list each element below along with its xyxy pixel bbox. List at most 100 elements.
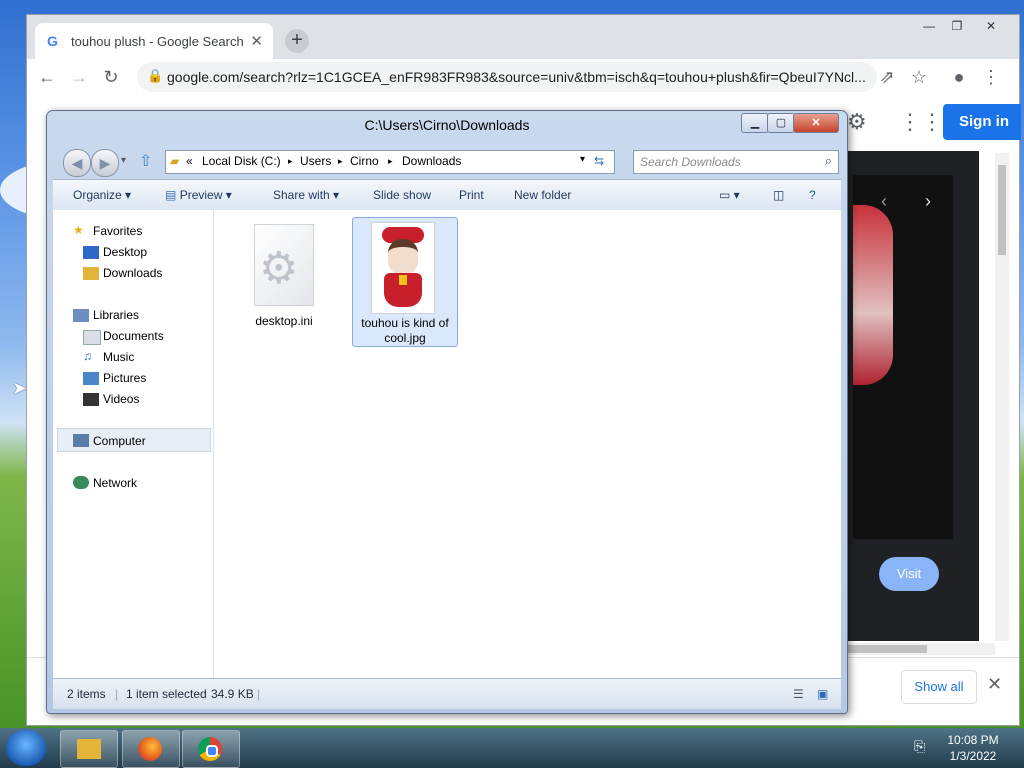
profile-icon[interactable]: ● (947, 65, 971, 89)
window-controls: ▁ ▢ ✕ (741, 113, 841, 133)
gear-icon: ⚙ (259, 244, 299, 293)
selection-text: 1 item selected (126, 687, 207, 701)
network-icon (73, 476, 89, 489)
tab-close-button[interactable]: ✕ (250, 32, 263, 50)
minimize-button[interactable]: ▁ (741, 113, 769, 133)
preview-image (853, 175, 953, 539)
share-icon[interactable]: ⇗ (875, 65, 899, 89)
maximize-button[interactable]: ▢ (767, 113, 795, 133)
folder-icon: ▰ (170, 154, 180, 168)
nav-pictures[interactable]: Pictures (103, 371, 146, 385)
clock-time: 10:08 PM (947, 733, 999, 747)
horizontal-scrollbar[interactable] (845, 643, 995, 655)
item-count: 2 items (67, 687, 106, 701)
new-folder-button[interactable]: New folder (514, 188, 571, 202)
search-icon[interactable]: ⌕ (825, 153, 832, 169)
preview-pane-icon[interactable]: ◫ (773, 188, 784, 202)
breadcrumb-separator[interactable]: ▸ (388, 156, 393, 167)
clock-date: 1/3/2022 (949, 749, 997, 763)
scrollbar-thumb[interactable] (998, 165, 1006, 255)
path-dropdown-icon[interactable]: ▾ (580, 154, 585, 165)
back-button[interactable]: ◀ (63, 149, 91, 177)
nav-documents[interactable]: Documents (103, 329, 164, 343)
close-window-button[interactable]: ✕ (979, 17, 1003, 35)
search-box[interactable]: Search Downloads ⌕ (633, 150, 839, 174)
selection-size: 34.9 KB (211, 687, 254, 701)
settings-gear-icon[interactable]: ⚙ (847, 109, 867, 135)
scrollbar-thumb[interactable] (847, 645, 927, 653)
libraries-icon (73, 309, 89, 322)
documents-icon (83, 330, 101, 345)
breadcrumb-downloads[interactable]: Downloads (402, 154, 461, 168)
nav-music[interactable]: Music (103, 350, 134, 364)
preview-label: Preview ▾ (179, 188, 232, 202)
visit-button[interactable]: Visit (879, 557, 939, 591)
file-item-touhou-jpg[interactable]: touhou is kind of cool.jpg (352, 217, 458, 347)
nav-downloads[interactable]: Downloads (103, 266, 162, 280)
nav-favorites[interactable]: Favorites (93, 224, 142, 238)
nav-libraries[interactable]: Libraries (93, 308, 139, 322)
forward-button[interactable]: → (67, 65, 91, 89)
desktop-icon (83, 246, 99, 259)
firefox-taskbar-button[interactable] (122, 730, 180, 768)
organize-button[interactable]: Organize ▾ (73, 188, 131, 202)
breadcrumb-cirno[interactable]: Cirno (350, 154, 379, 168)
chevron-right-icon[interactable]: › (925, 191, 931, 212)
recent-pages-dropdown-icon[interactable]: ▾ (121, 155, 126, 166)
network-tray-icon[interactable]: ⎘ (914, 738, 925, 755)
lock-icon: 🔒 (147, 68, 164, 83)
maximize-button[interactable]: ❐ (945, 17, 969, 35)
print-button[interactable]: Print (459, 188, 484, 202)
videos-icon (83, 393, 99, 406)
downloads-folder-icon (83, 267, 99, 280)
chrome-taskbar-button[interactable] (182, 730, 240, 768)
show-all-button[interactable]: Show all (901, 670, 977, 704)
close-button[interactable]: ✕ (793, 113, 839, 133)
file-name: touhou is kind of cool.jpg (361, 316, 449, 345)
breadcrumb-overflow[interactable]: « (186, 154, 193, 168)
start-button[interactable] (6, 730, 46, 766)
vertical-scrollbar[interactable] (995, 153, 1009, 641)
star-icon: ★ (73, 223, 84, 237)
nav-desktop[interactable]: Desktop (103, 245, 147, 259)
breadcrumb-local-disk[interactable]: Local Disk (C:) (202, 154, 281, 168)
forward-button[interactable]: ▶ (91, 149, 119, 177)
share-with-button[interactable]: Share with ▾ (273, 188, 339, 202)
nav-network[interactable]: Network (93, 476, 137, 490)
address-bar[interactable]: 🔒 google.com/search?rlz=1C1GCEA_enFR983F… (137, 62, 877, 92)
plush-head (388, 239, 418, 275)
reload-button[interactable]: ↻ (99, 65, 123, 89)
new-tab-button[interactable]: + (285, 29, 309, 53)
chrome-icon-center (206, 745, 218, 757)
breadcrumb-separator[interactable]: ▸ (338, 156, 343, 167)
sign-in-button[interactable]: Sign in (943, 104, 1021, 140)
details-view-icon[interactable]: ☰ (793, 687, 804, 701)
view-options-icon[interactable]: ▭ ▾ (719, 188, 740, 202)
up-arrow-icon[interactable]: ⇧ (139, 151, 152, 171)
preview-button[interactable]: ▤ Preview ▾ (165, 188, 232, 202)
nav-computer[interactable]: Computer (93, 434, 146, 448)
refresh-icon[interactable]: ⇆ (594, 154, 604, 168)
download-bar-close-button[interactable]: ✕ (987, 674, 1002, 695)
breadcrumb[interactable]: ▰ « Local Disk (C:) ▸ Users ▸ Cirno ▸ Do… (165, 150, 615, 174)
tab-google-search[interactable]: G touhou plush - Google Search ✕ (35, 23, 273, 59)
status-divider: | (115, 687, 119, 701)
bookmark-star-icon[interactable]: ☆ (907, 65, 931, 89)
back-button[interactable]: ← (35, 65, 59, 89)
url-text[interactable]: google.com/search?rlz=1C1GCEA_enFR983FR9… (167, 69, 867, 85)
nav-videos[interactable]: Videos (103, 392, 139, 406)
plush-ribbon (399, 275, 407, 285)
breadcrumb-users[interactable]: Users (300, 154, 331, 168)
minimize-button[interactable]: — (917, 17, 941, 35)
file-item-desktop-ini[interactable]: ⚙ desktop.ini (232, 222, 336, 332)
system-clock[interactable]: 10:08 PM 1/3/2022 (940, 732, 1006, 764)
explorer-taskbar-button[interactable] (60, 730, 118, 768)
taskbar: ⎘ 10:08 PM 1/3/2022 (0, 728, 1024, 768)
large-icons-view-icon[interactable]: ▣ (817, 687, 828, 701)
status-divider: | (257, 687, 261, 701)
slide-show-button[interactable]: Slide show (373, 188, 431, 202)
chevron-left-icon[interactable]: ‹ (881, 191, 887, 212)
menu-kebab-icon[interactable]: ⋮ (979, 65, 1003, 89)
help-icon[interactable]: ? (809, 188, 816, 202)
breadcrumb-separator[interactable]: ▸ (288, 156, 293, 167)
